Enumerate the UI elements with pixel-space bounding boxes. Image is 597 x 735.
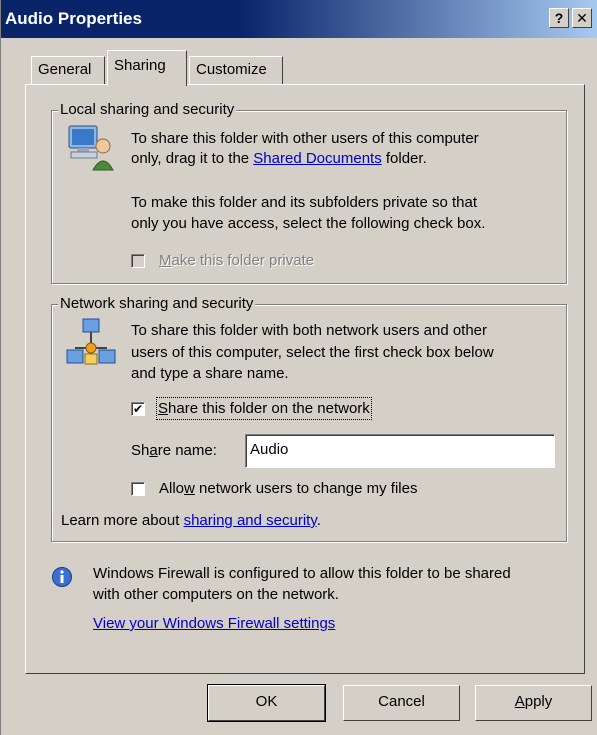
local-desc-line4: only you have access, select the followi… [131, 215, 486, 232]
sharing-security-link[interactable]: sharing and security [184, 512, 317, 529]
window-title: Audio Properties [5, 9, 142, 28]
network-desc-line1: To share this folder with both network u… [131, 322, 488, 339]
firewall-desc-line2: with other computers on the network. [93, 586, 339, 603]
share-name-input[interactable]: Audio [245, 434, 555, 468]
allow-change-label[interactable]: Allow network users to change my files [159, 478, 417, 499]
share-folder-label-rest: hare this folder on the network [168, 400, 370, 417]
learn-more-line: Learn more about sharing and security. [61, 510, 321, 531]
close-button[interactable]: ✕ [572, 8, 592, 28]
help-button[interactable]: ? [549, 8, 569, 28]
share-name-label: Share name: [131, 440, 217, 461]
tab-general[interactable]: General [31, 56, 105, 84]
allow-change-label-pre: Allo [159, 480, 185, 497]
tab-sharing[interactable]: Sharing [107, 50, 187, 86]
allow-change-checkbox[interactable] [131, 482, 145, 496]
local-desc-line3: To make this folder and its subfolders p… [131, 194, 478, 211]
allow-change-label-post: network users to change my files [194, 480, 418, 497]
local-desc-line2: only, drag it to the Shared Documents fo… [131, 148, 427, 169]
share-folder-accel: S [158, 400, 169, 417]
share-name-label-pre: Sh [131, 442, 150, 459]
tab-customize[interactable]: Customize [189, 56, 283, 84]
network-users-icon [65, 318, 119, 374]
share-folder-checkbox[interactable]: ✔ [131, 402, 145, 416]
apply-accel: A [514, 693, 525, 710]
ok-button[interactable]: OK [207, 684, 326, 722]
local-desc-line1: To share this folder with other users of… [131, 130, 479, 147]
tab-sharing-label: Sharing [114, 57, 166, 74]
share-folder-label[interactable]: Share this folder on the network [156, 397, 372, 420]
learn-more-post: . [316, 512, 321, 529]
learn-more-pre: Learn more about [61, 512, 184, 529]
local-desc-line2-post: folder. [381, 150, 427, 167]
firewall-desc-line1: Windows Firewall is configured to allow … [93, 565, 511, 582]
cancel-button[interactable]: Cancel [343, 685, 460, 721]
make-private-label: Make this folder private [159, 250, 314, 271]
allow-change-accel: w [184, 480, 195, 497]
share-folder-checkmark: ✔ [132, 402, 144, 416]
network-desc-line3: and type a share name. [131, 365, 289, 382]
share-name-accel: a [149, 442, 158, 459]
computer-user-icon [65, 124, 115, 176]
make-private-checkbox[interactable] [131, 254, 145, 268]
title-bar[interactable]: Audio Properties ? ✕ [1, 0, 597, 38]
firewall-settings-link[interactable]: View your Windows Firewall settings [93, 613, 335, 634]
properties-dialog: Audio Properties ? ✕ General Sharing Cus… [0, 0, 597, 735]
network-sharing-legend: Network sharing and security [58, 295, 256, 313]
apply-label-rest: pply [524, 693, 553, 710]
local-desc-line2-pre: only, drag it to the [131, 150, 254, 167]
network-desc-line2: users of this computer, select the first… [131, 344, 494, 361]
make-private-accel: M [159, 252, 172, 269]
tab-general-label: General [38, 61, 92, 78]
shared-documents-link[interactable]: Shared Documents [253, 150, 381, 167]
local-sharing-legend: Local sharing and security [58, 101, 237, 119]
tab-customize-label: Customize [196, 61, 267, 78]
info-icon [51, 566, 73, 592]
make-private-label-rest: ake this folder private [171, 252, 315, 269]
share-name-label-post: re name: [157, 442, 217, 459]
apply-button[interactable]: Apply [475, 685, 592, 721]
